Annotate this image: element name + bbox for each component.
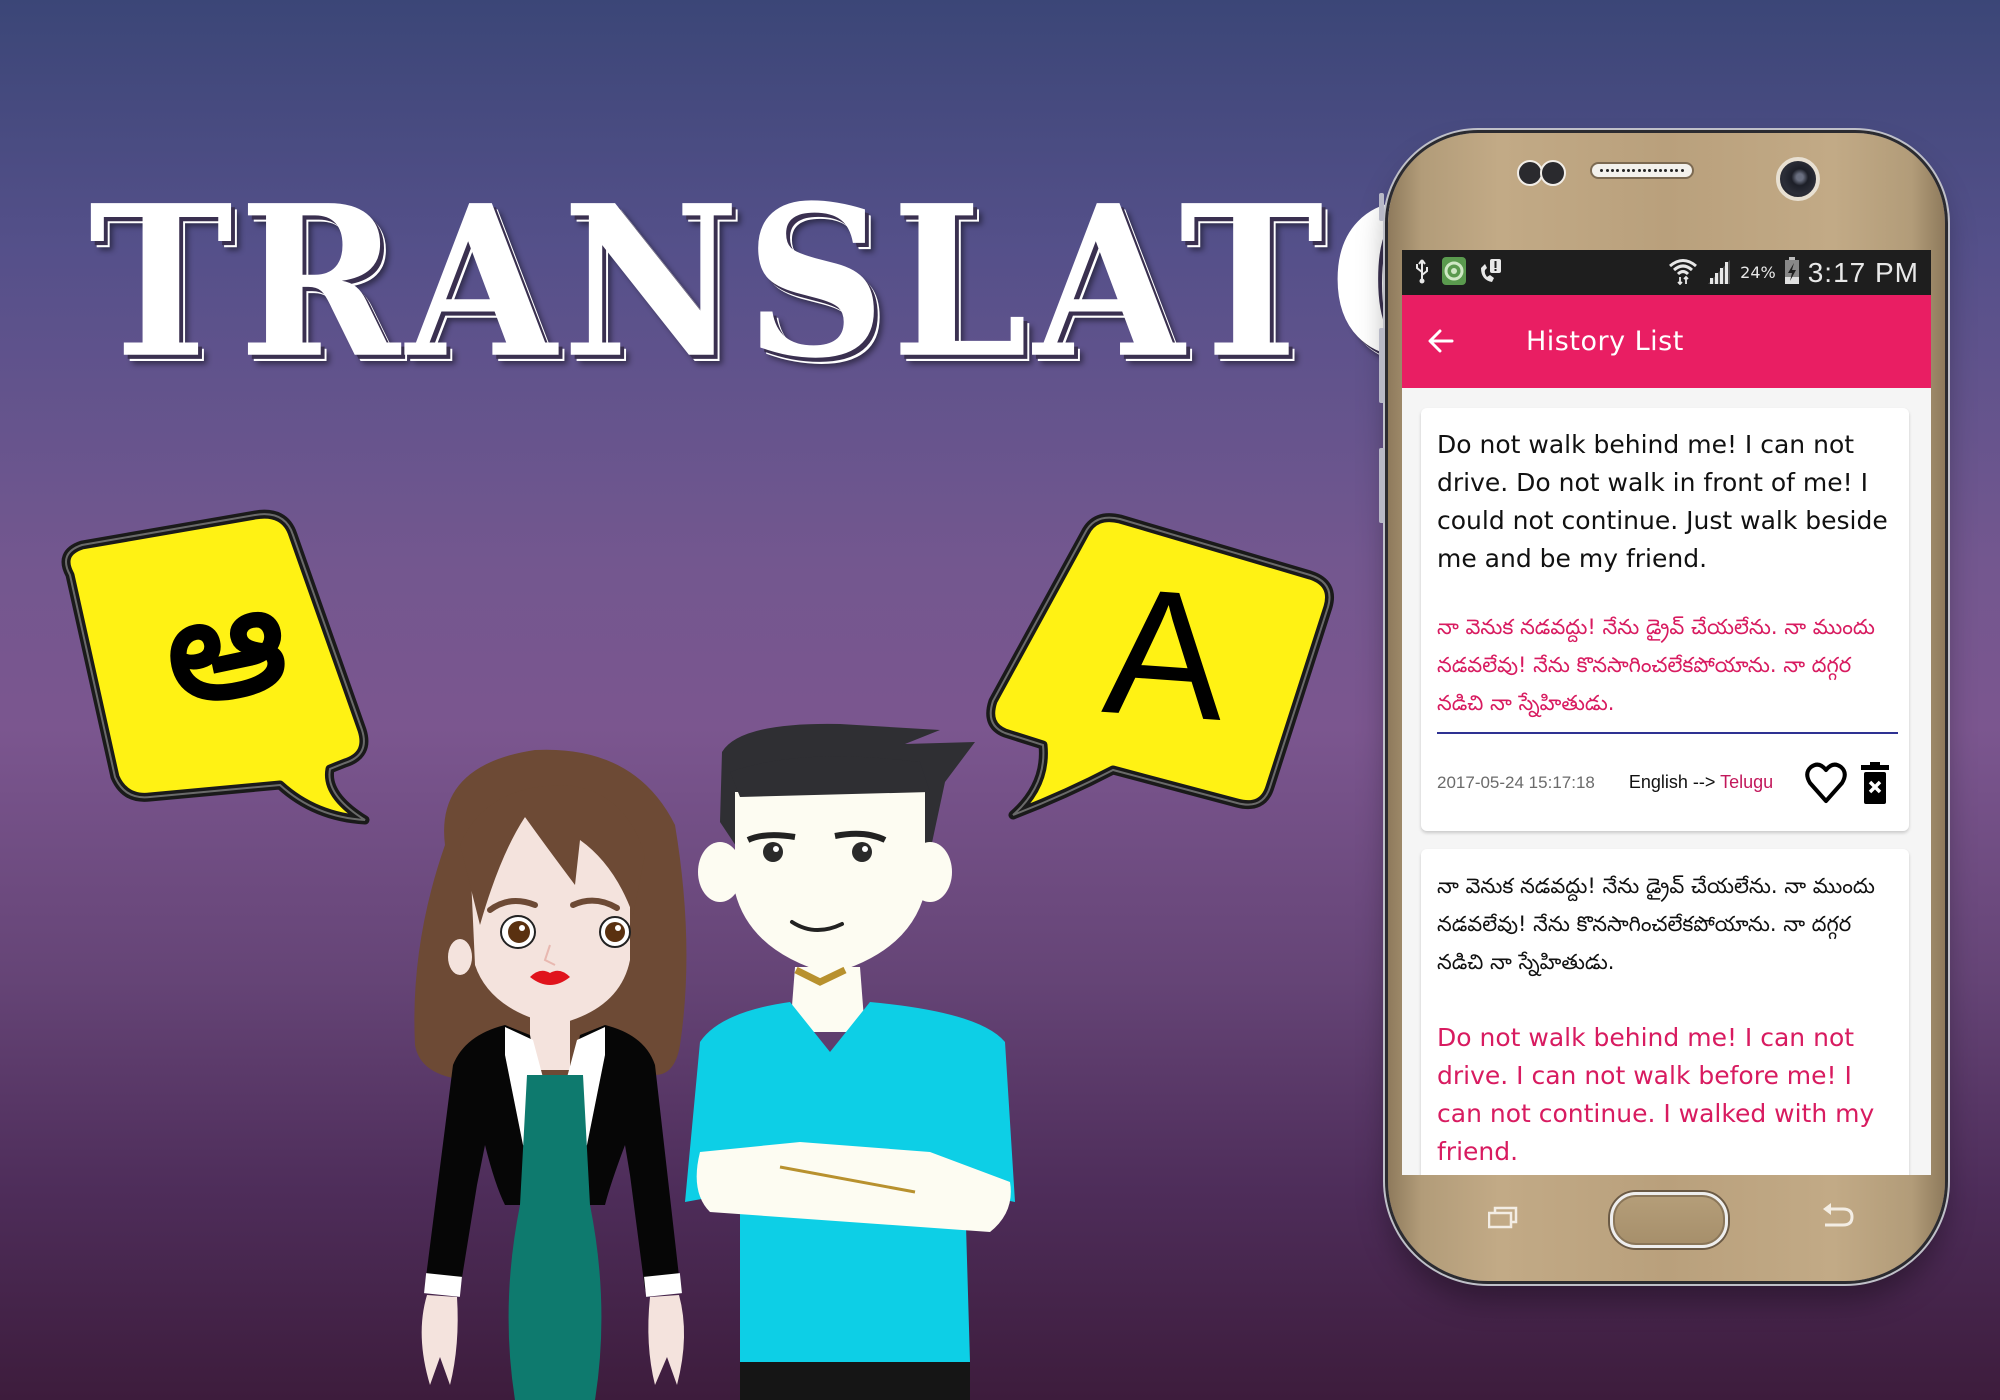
phone-side-button xyxy=(1379,193,1384,221)
battery-percentage: 24% xyxy=(1740,263,1776,282)
from-language: English xyxy=(1628,772,1688,792)
app-notification-icon xyxy=(1442,256,1466,289)
status-bar: 24% 3:17 PM xyxy=(1402,250,1931,295)
volume-up-button xyxy=(1379,328,1385,403)
home-button[interactable] xyxy=(1610,1192,1728,1248)
status-clock: 3:17 PM xyxy=(1807,256,1919,288)
source-text: నా వెనుక నడవద్దు! నేను డ్రైవ్ చేయలేను. న… xyxy=(1437,874,1875,974)
recent-apps-icon xyxy=(1487,1206,1518,1229)
source-text: Do not walk behind me! I can not drive. … xyxy=(1437,430,1888,573)
man-illustration xyxy=(680,712,1025,1400)
to-language: Telugu xyxy=(1720,772,1774,792)
translated-text: Do not walk behind me! I can not drive. … xyxy=(1437,1023,1875,1166)
man-figure xyxy=(685,723,1015,1400)
timestamp: 2017-05-24 15:17:18 xyxy=(1437,772,1595,792)
toolbar-title: History List xyxy=(1526,326,1684,357)
woman-figure xyxy=(414,749,687,1400)
favorite-button[interactable] xyxy=(1805,761,1847,805)
missed-call-alert-icon xyxy=(1478,258,1502,288)
delete-button[interactable] xyxy=(1861,761,1889,804)
phone-screen: 24% 3:17 PM History List Do not walk beh… xyxy=(1402,250,1931,1175)
recent-apps-button[interactable] xyxy=(1487,1205,1518,1229)
front-camera-icon xyxy=(1776,157,1820,201)
history-list: Do not walk behind me! I can not drive. … xyxy=(1402,388,1931,1175)
phone-device: 24% 3:17 PM History List Do not walk beh… xyxy=(1379,133,1945,1281)
heart-outline-icon xyxy=(1805,762,1847,803)
language-pair: English --> Telugu xyxy=(1629,772,1773,793)
hardware-nav-keys xyxy=(1388,1175,1945,1275)
earpiece-speaker-icon xyxy=(1590,162,1694,179)
hardware-back-button[interactable] xyxy=(1821,1202,1855,1228)
usb-icon xyxy=(1414,258,1430,288)
volume-down-button xyxy=(1379,448,1385,523)
light-sensor-icon xyxy=(1540,160,1566,186)
trash-delete-icon xyxy=(1861,761,1889,804)
translated-text: నా వెనుక నడవద్దు! నేను డ్రైవ్ చేయలేను. న… xyxy=(1437,615,1875,715)
wifi-icon xyxy=(1668,257,1698,289)
app-toolbar: History List xyxy=(1402,295,1931,388)
battery-charging-icon xyxy=(1784,256,1800,289)
back-arrow-icon xyxy=(1823,1203,1854,1227)
banner-title: TRANSLATOR xyxy=(88,160,1672,405)
history-item-meta: 2017-05-24 15:17:18 English --> Telugu xyxy=(1437,734,1893,831)
history-item[interactable]: Do not walk behind me! I can not drive. … xyxy=(1421,408,1909,831)
latin-letter-a: A xyxy=(1098,550,1232,759)
english-speech-bubble: A xyxy=(985,505,1335,825)
signal-icon xyxy=(1706,258,1732,288)
woman-illustration xyxy=(405,745,695,1400)
arrow-left-icon xyxy=(1428,329,1454,352)
direction-arrow: --> xyxy=(1692,772,1716,792)
back-button[interactable] xyxy=(1428,323,1488,361)
telugu-speech-bubble: ఆ xyxy=(40,505,385,825)
history-item[interactable]: నా వెనుక నడవద్దు! నేను డ్రైవ్ చేయలేను. న… xyxy=(1421,849,1909,1175)
